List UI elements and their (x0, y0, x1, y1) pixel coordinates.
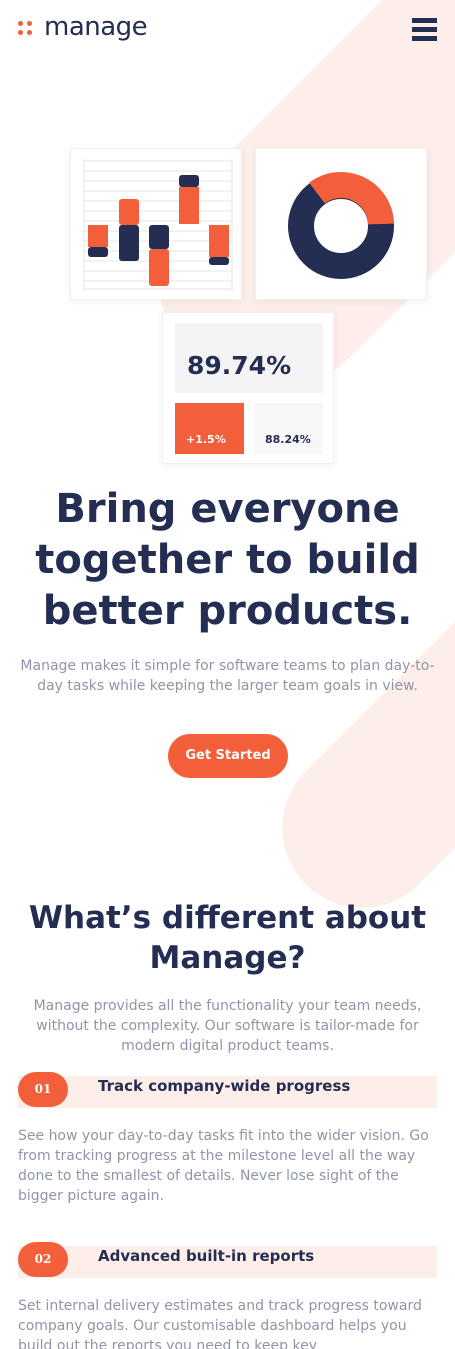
stats-card: 89.74% +1.5% 88.24% (162, 312, 334, 464)
logo-dots-icon (18, 19, 34, 35)
stat-secondary-box: 88.24% (254, 403, 323, 454)
stat-change-box: +1.5% (175, 403, 244, 454)
site-header: manage (0, 0, 455, 60)
donut-chart-card (255, 148, 427, 300)
feature-text: Set internal delivery estimates and trac… (18, 1298, 422, 1349)
logo-text: manage (44, 12, 148, 42)
bar-chart-card (70, 148, 242, 300)
feature-number-badge: 02 (18, 1242, 68, 1277)
stat-main-value: 89.74% (187, 351, 292, 380)
section-title: What’s different about Manage? (28, 900, 427, 976)
hamburger-menu-icon[interactable] (412, 18, 437, 42)
logo[interactable]: manage (18, 12, 148, 42)
hero-title: Bring everyone together to build better … (35, 486, 420, 634)
hero-text: Manage makes it simple for software team… (20, 658, 435, 694)
section-text: Manage provides all the functionality yo… (33, 998, 422, 1054)
donut-chart-illustration (288, 172, 394, 279)
feature-title: Track company-wide progress (98, 1077, 351, 1095)
bar-chart-illustration (83, 159, 233, 291)
stat-main-box: 89.74% (175, 323, 323, 393)
feature-text: See how your day-to-day tasks fit into t… (18, 1128, 429, 1204)
get-started-button[interactable]: Get Started (168, 734, 288, 778)
feature-title: Advanced built-in reports (98, 1247, 315, 1265)
stat-secondary-value: 88.24% (265, 433, 311, 446)
stat-change-value: +1.5% (186, 433, 226, 446)
feature-number-badge: 01 (18, 1072, 68, 1107)
